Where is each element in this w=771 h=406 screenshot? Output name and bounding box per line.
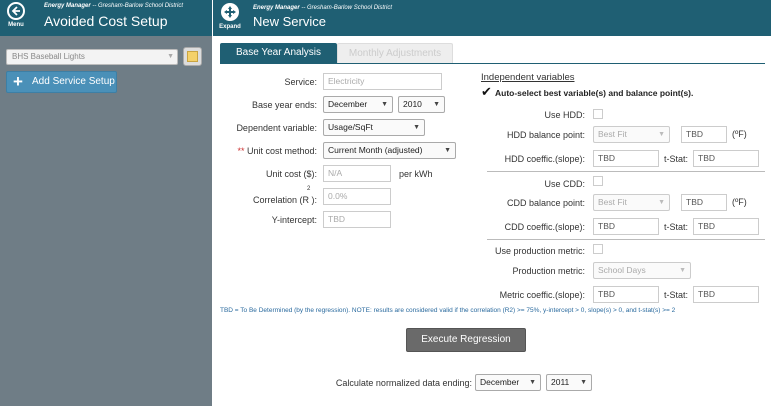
service-label: Service:	[284, 77, 317, 87]
menu-button[interactable]: Menu	[4, 2, 28, 28]
hdd-balance-point-field[interactable]: TBD	[681, 126, 727, 143]
cdd-balance-point-label: CDD balance point:	[506, 198, 585, 208]
hdd-tstat-label: t-Stat:	[664, 154, 689, 164]
use-production-metric-checkbox[interactable]	[593, 244, 603, 254]
chevron-down-icon: ▼	[529, 379, 536, 386]
hdd-balance-point-select[interactable]: Best Fit ▼	[593, 126, 670, 143]
chevron-down-icon: ▼	[413, 124, 420, 131]
app-subtitle: Energy Manager -- Gresham-Barlow School …	[44, 3, 184, 9]
checkmark-icon: ✔	[481, 84, 492, 99]
plus-icon: +	[13, 72, 23, 91]
main-header: Expand Energy Manager -- Gresham-Barlow …	[213, 0, 771, 36]
cdd-coefficient-label: CDD coeffic.(slope):	[504, 222, 585, 232]
cdd-unit: (ºF)	[732, 197, 747, 207]
unit-cost-label: Unit cost ($):	[265, 169, 317, 179]
notepad-icon	[187, 51, 198, 62]
base-month-select[interactable]: December ▼	[323, 96, 393, 113]
use-hdd-checkbox[interactable]	[593, 109, 603, 119]
expand-arrows-icon	[221, 3, 239, 21]
metric-tstat-label: t-Stat:	[664, 290, 689, 300]
hdd-unit: (ºF)	[732, 129, 747, 139]
expand-label: Expand	[219, 24, 241, 30]
left-title: Avoided Cost Setup	[44, 13, 168, 29]
unit-cost-suffix: per kWh	[399, 169, 433, 179]
use-cdd-label: Use CDD:	[544, 179, 585, 189]
y-intercept-field[interactable]: TBD	[323, 211, 391, 228]
validity-note: TBD = To Be Determined (by the regressio…	[220, 307, 676, 314]
normalized-data-label: Calculate normalized data ending:	[335, 378, 472, 388]
production-metric-label: Production metric:	[512, 266, 585, 276]
correlation-superscript: 2	[307, 186, 311, 192]
cdd-tstat-label: t-Stat:	[664, 222, 689, 232]
cdd-coefficient-field[interactable]: TBD	[593, 218, 659, 235]
back-arrow-icon	[7, 2, 25, 20]
unit-cost-field[interactable]: N/A	[323, 165, 391, 182]
chevron-down-icon: ▼	[381, 101, 388, 108]
tab-monthly-adjustments[interactable]: Monthly Adjustments	[337, 43, 453, 63]
expand-button[interactable]: Expand	[219, 3, 241, 30]
chevron-down-icon: ▼	[444, 147, 451, 154]
use-hdd-label: Use HDD:	[544, 110, 585, 120]
tab-base-year-analysis[interactable]: Base Year Analysis	[220, 43, 337, 63]
metric-tstat-field[interactable]: TBD	[693, 286, 759, 303]
main-panel: Expand Energy Manager -- Gresham-Barlow …	[213, 0, 771, 406]
normalized-year-select[interactable]: 2011 ▼	[546, 374, 592, 391]
chevron-down-icon: ▼	[679, 267, 686, 274]
main-title: New Service	[253, 14, 326, 29]
dependent-variable-select[interactable]: Usage/SqFt ▼	[323, 119, 425, 136]
notes-button[interactable]	[183, 47, 202, 66]
chevron-down-icon: ▼	[580, 379, 587, 386]
cdd-balance-point-field[interactable]: TBD	[681, 194, 727, 211]
chevron-down-icon: ▼	[658, 131, 665, 138]
chevron-down-icon: ▼	[433, 101, 440, 108]
service-field[interactable]: Electricity	[323, 73, 442, 90]
correlation-label: Correlation (R ):	[252, 195, 317, 205]
section-divider	[487, 171, 765, 172]
left-header: Menu Energy Manager -- Gresham-Barlow Sc…	[0, 0, 212, 36]
left-panel: Menu Energy Manager -- Gresham-Barlow Sc…	[0, 0, 212, 406]
chevron-down-icon: ▼	[167, 53, 174, 60]
normalized-month-select[interactable]: December ▼	[475, 374, 541, 391]
metric-coefficient-field[interactable]: TBD	[593, 286, 659, 303]
correlation-field[interactable]: 0.0%	[323, 188, 391, 205]
use-production-metric-label: Use production metric:	[494, 246, 585, 256]
production-metric-select[interactable]: School Days ▼	[593, 262, 691, 279]
cdd-balance-point-select[interactable]: Best Fit ▼	[593, 194, 670, 211]
unit-cost-method-label: ** Unit cost method:	[237, 146, 317, 156]
base-year-label: Base year ends:	[251, 100, 317, 110]
hdd-coefficient-field[interactable]: TBD	[593, 150, 659, 167]
section-divider	[487, 239, 765, 240]
menu-label: Menu	[8, 22, 24, 28]
tab-underline	[220, 63, 765, 64]
add-service-setup-button[interactable]: + Add Service Setup	[6, 71, 117, 93]
independent-variables-title: Independent variables	[481, 72, 575, 83]
hdd-tstat-field[interactable]: TBD	[693, 150, 759, 167]
cdd-tstat-field[interactable]: TBD	[693, 218, 759, 235]
execute-regression-button[interactable]: Execute Regression	[406, 328, 526, 352]
hdd-balance-point-label: HDD balance point:	[506, 130, 585, 140]
use-cdd-checkbox[interactable]	[593, 176, 603, 186]
chevron-down-icon: ▼	[658, 199, 665, 206]
y-intercept-label: Y-intercept:	[271, 215, 317, 225]
base-year-select[interactable]: 2010 ▼	[398, 96, 445, 113]
dependent-variable-label: Dependent variable:	[236, 123, 317, 133]
service-select[interactable]: BHS Baseball Lights ▼	[6, 49, 178, 65]
hdd-coefficient-label: HDD coeffic.(slope):	[504, 154, 585, 164]
metric-coefficient-label: Metric coeffic.(slope):	[499, 290, 585, 300]
unit-cost-method-select[interactable]: Current Month (adjusted) ▼	[323, 142, 456, 159]
main-subtitle: Energy Manager -- Gresham-Barlow School …	[253, 5, 393, 11]
